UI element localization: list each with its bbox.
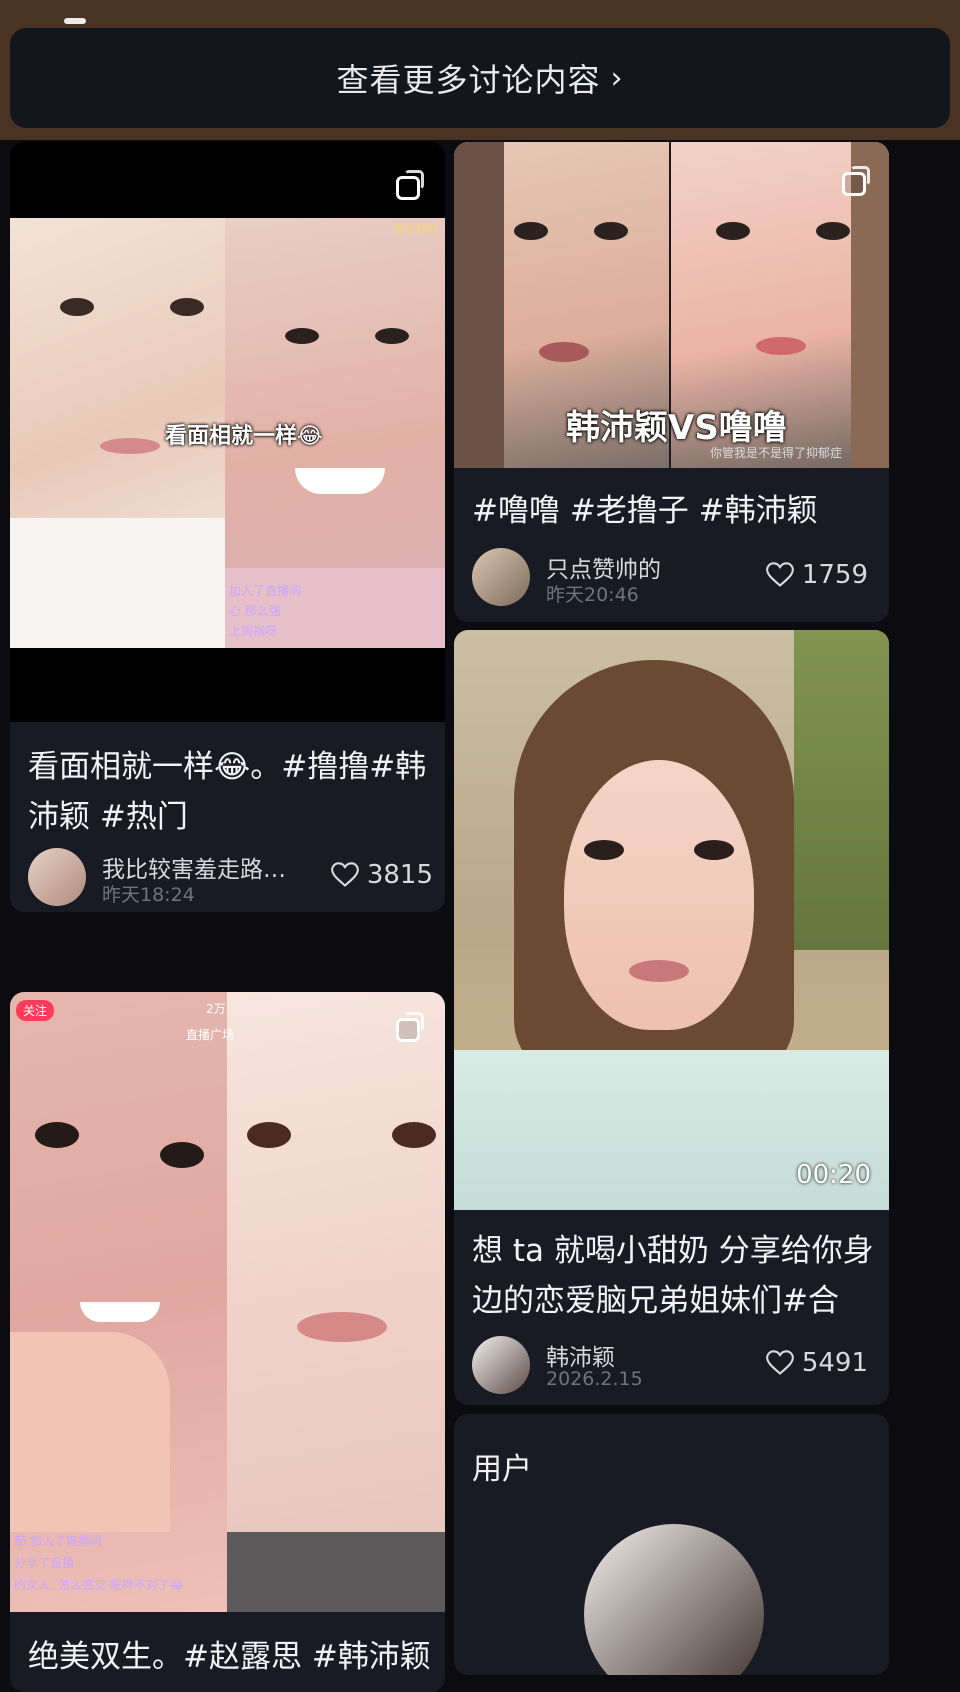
card-1-author-row[interactable]: 我比较害羞走路… 昨天18:24 3815 [28, 848, 433, 908]
status-indicator [64, 18, 86, 24]
title-line: 沛颖 #热门 [28, 799, 188, 835]
chevron-right-icon: › [610, 60, 624, 96]
post-time: 2026.2.15 [546, 1368, 643, 1390]
card-1-media[interactable]: 加入了直播间 心 那么强 上闹祸呀 0/1400 看面相就一样😂 [10, 142, 445, 722]
heart-icon [765, 1350, 794, 1375]
users-section-title: 用户 [472, 1452, 532, 1487]
live-viewer-count: 2万 [206, 1002, 226, 1016]
post-time: 昨天20:46 [546, 584, 639, 606]
live-counter: 0/1400 [394, 222, 437, 236]
feed-card-2[interactable]: 韩沛颖VS噜噜 你管我是不是得了抑郁症 #噜噜 #老撸子 #韩沛颖 只点赞帅的 … [454, 142, 889, 622]
top-banner: 查看更多讨论内容 › [0, 0, 960, 140]
card-2-author-row[interactable]: 只点赞帅的 昨天20:46 1759 [472, 548, 868, 608]
title-line: 想 ta 就喝小甜奶 分享给你身 [472, 1233, 874, 1269]
title-line: 边的恋爱脑兄弟姐妹们#合 [472, 1283, 839, 1319]
card-2-title[interactable]: #噜噜 #老撸子 #韩沛颖 [472, 486, 882, 536]
feed-card-3[interactable]: 茄 加入了直播间 分享了直播 的女人: 怎么感觉 眼神不对了😂 关注 2万 直播… [10, 992, 445, 1692]
like-button[interactable]: 1759 [765, 560, 868, 590]
face-image [564, 760, 754, 1030]
overlay-caption: 看面相就一样😂 [165, 424, 323, 449]
face-left-image: 茄 加入了直播间 分享了直播 的女人: 怎么感觉 眼神不对了😂 [10, 992, 227, 1612]
feed-card-4[interactable]: 00:20 想 ta 就喝小甜奶 分享给你身 边的恋爱脑兄弟姐妹们#合 韩沛颖 … [454, 630, 889, 1405]
chat-line: 的女人: 怎么感觉 眼神不对了😂 [14, 1578, 184, 1592]
card-4-media[interactable]: 00:20 [454, 630, 889, 1210]
chat-line: 分享了直播 [14, 1556, 75, 1570]
avatar[interactable] [28, 848, 86, 906]
like-button[interactable]: 3815 [330, 860, 433, 890]
like-count: 5491 [801, 1348, 868, 1378]
chat-line: 茄 加入了直播间 [14, 1534, 102, 1548]
like-count: 3815 [366, 860, 433, 890]
avatar[interactable] [472, 548, 530, 606]
chat-line: 加入了直播间 [229, 584, 302, 598]
chat-line: 心 那么强 [229, 604, 281, 618]
card-4-author-row[interactable]: 韩沛颖 2026.2.15 5491 [472, 1336, 868, 1396]
video-duration: 00:20 [796, 1160, 871, 1190]
user-avatar[interactable] [584, 1524, 764, 1675]
post-time: 昨天18:24 [102, 884, 195, 906]
heart-icon [330, 862, 359, 887]
card-1-title[interactable]: 看面相就一样😂。#撸撸#韩 沛颖 #热门 [28, 742, 438, 842]
like-count: 1759 [801, 560, 868, 590]
chat-line: 上闹祸呀 [229, 624, 278, 638]
author-name: 韩沛颖 [546, 1345, 615, 1371]
follow-badge[interactable]: 关注 [16, 1000, 55, 1021]
multi-image-icon [396, 170, 424, 200]
face-right-image [227, 992, 445, 1612]
avatar[interactable] [472, 1336, 530, 1394]
overlay-caption: 韩沛颖VS噜噜 [566, 408, 787, 448]
feed-card-1[interactable]: 加入了直播间 心 那么强 上闹祸呀 0/1400 看面相就一样😂 看面相就一样😂… [10, 142, 445, 912]
view-more-label: 查看更多讨论内容 [336, 61, 601, 99]
plant-image [794, 630, 889, 950]
like-button[interactable]: 5491 [765, 1348, 868, 1378]
view-more-discussion-button[interactable]: 查看更多讨论内容 › [10, 28, 950, 128]
live-square-label[interactable]: 直播广场 [186, 1026, 234, 1043]
users-section: 用户 [454, 1414, 889, 1675]
multi-image-icon [396, 1012, 424, 1042]
heart-icon [765, 562, 794, 587]
multi-image-icon [842, 166, 870, 196]
card-3-media[interactable]: 茄 加入了直播间 分享了直播 的女人: 怎么感觉 眼神不对了😂 关注 2万 直播… [10, 992, 445, 1612]
card-2-media[interactable]: 韩沛颖VS噜噜 你管我是不是得了抑郁症 [454, 142, 889, 468]
author-name: 我比较害羞走路… [102, 857, 286, 883]
overlay-subtitle: 你管我是不是得了抑郁症 [710, 446, 843, 460]
title-line: 看面相就一样😂。#撸撸#韩 [28, 749, 427, 785]
card-4-title[interactable]: 想 ta 就喝小甜奶 分享给你身 边的恋爱脑兄弟姐妹们#合 [472, 1226, 882, 1326]
author-name: 只点赞帅的 [546, 557, 661, 583]
